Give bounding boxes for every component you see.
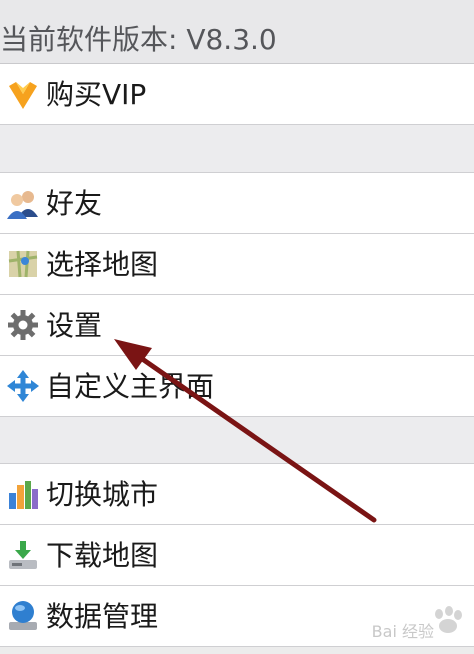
database-icon: [9, 601, 37, 630]
version-header: 当前软件版本: V8.3.0: [0, 0, 474, 64]
map-icon: [8, 250, 38, 278]
section-gap: [0, 125, 474, 173]
menu-item-custom-home[interactable]: 自定义主界面: [0, 356, 474, 417]
friends-icon: [7, 191, 38, 219]
move-arrows-icon: [7, 370, 39, 402]
menu-item-label: 切换城市: [46, 478, 159, 511]
menu-item-label: 购买VIP: [46, 78, 147, 111]
menu-item-switch-city[interactable]: 切换城市: [0, 464, 474, 525]
menu-item-label: 选择地图: [46, 248, 159, 281]
city-buildings-icon: [9, 481, 38, 509]
menu-item-friends[interactable]: 好友: [0, 173, 474, 234]
menu-item-buy-vip[interactable]: 购买VIP: [0, 64, 474, 125]
download-icon: [9, 541, 37, 569]
menu-item-choose-map[interactable]: 选择地图: [0, 234, 474, 295]
menu-item-settings[interactable]: 设置: [0, 295, 474, 356]
gear-icon: [8, 310, 38, 340]
version-text: 当前软件版本: V8.3.0: [0, 23, 277, 56]
menu-item-label: 下载地图: [46, 539, 159, 572]
menu-item-label: 设置: [46, 309, 103, 342]
watermark-text: Bai 经验: [371, 622, 434, 641]
vip-icon: [9, 82, 37, 109]
menu-item-label: 好友: [46, 187, 103, 220]
menu-item-label: 数据管理: [46, 600, 159, 633]
menu-item-download-map[interactable]: 下载地图: [0, 525, 474, 586]
section-gap: [0, 417, 474, 464]
menu-item-label: 自定义主界面: [46, 370, 215, 403]
